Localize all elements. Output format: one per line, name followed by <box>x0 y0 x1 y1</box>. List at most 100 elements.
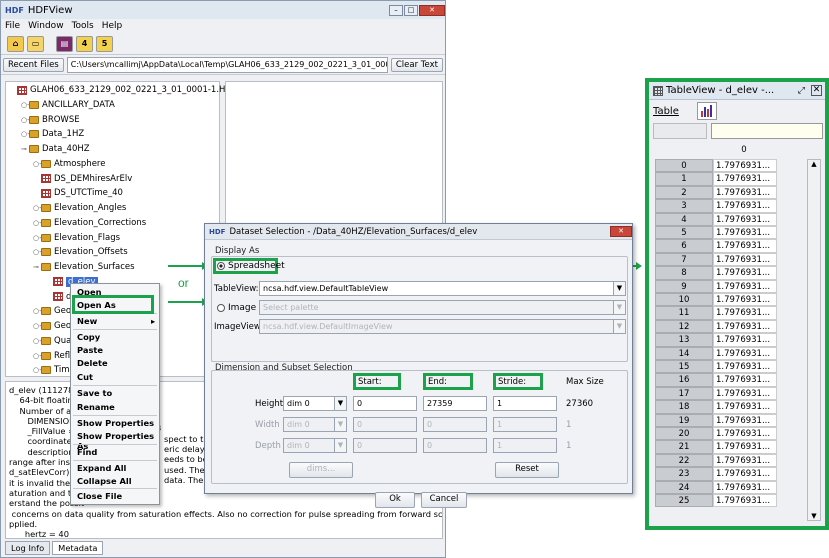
row-header[interactable]: 25 <box>655 494 713 508</box>
row-header[interactable]: 15 <box>655 360 713 374</box>
close-icon[interactable]: ✕ <box>811 85 822 96</box>
table-cell[interactable]: 1.7976931... <box>713 306 777 320</box>
expander-icon[interactable]: ○- <box>33 337 42 345</box>
expander-icon[interactable]: ○- <box>33 160 42 168</box>
table-row[interactable]: 17 1.7976931... <box>655 386 777 401</box>
tree-node[interactable]: ○- Data_1HZ <box>21 127 84 141</box>
dims-button[interactable]: dims... <box>289 462 353 478</box>
row-header[interactable]: 7 <box>655 252 713 267</box>
cell-value-field[interactable] <box>711 123 823 139</box>
menu-tools[interactable]: Tools <box>72 21 94 31</box>
table-cell[interactable]: 1.7976931... <box>713 239 777 253</box>
expander-icon[interactable]: ○- <box>33 366 42 374</box>
restore-icon[interactable]: ⤢ <box>798 86 805 96</box>
column-header-0[interactable]: 0 <box>713 145 775 155</box>
table-cell[interactable]: 1.7976931... <box>713 212 777 226</box>
expander-icon[interactable]: ○- <box>21 101 30 109</box>
row-header[interactable]: 22 <box>655 453 713 468</box>
tab-log-info[interactable]: Log Info <box>5 541 51 555</box>
row-header[interactable]: 13 <box>655 333 713 347</box>
row-header[interactable]: 19 <box>655 413 713 427</box>
end-field[interactable]: 27359 <box>423 396 487 411</box>
table-row[interactable]: 3 1.7976931... <box>655 199 777 213</box>
recent-files-button[interactable]: Recent Files <box>3 57 64 72</box>
context-item-show-properties-as[interactable]: Show Properties As <box>77 431 159 451</box>
table-cell[interactable]: 1.7976931... <box>713 252 777 267</box>
table-row[interactable]: 6 1.7976931... <box>655 239 777 253</box>
context-item-copy[interactable]: Copy <box>77 332 100 344</box>
context-item-show-properties[interactable]: Show Properties <box>77 418 154 430</box>
table-row[interactable]: 25 1.7976931... <box>655 494 777 508</box>
table-row[interactable]: 21 1.7976931... <box>655 440 777 454</box>
tree-node[interactable]: ○- Elevation_Corrections <box>33 216 146 230</box>
row-header[interactable]: 16 <box>655 373 713 387</box>
ok-button[interactable]: Ok <box>375 492 415 508</box>
row-header[interactable]: 6 <box>655 239 713 253</box>
stride-field[interactable]: 1 <box>493 438 557 453</box>
row-header[interactable]: 2 <box>655 185 713 200</box>
row-header[interactable]: 20 <box>655 427 713 441</box>
tableview-select[interactable]: ncsa.hdf.view.DefaultTableView ▼ <box>259 281 626 296</box>
row-header[interactable]: 23 <box>655 467 713 481</box>
file-path-field[interactable]: C:\Users\mcallimj\AppData\Local\Temp\GLA… <box>66 56 388 73</box>
tree-node[interactable]: ⊸ Elevation_Surfaces <box>33 260 135 274</box>
tree-node[interactable]: ○- Elevation_Flags <box>33 231 120 245</box>
dialog-close-icon[interactable]: ✕ <box>610 226 632 237</box>
tab-metadata[interactable]: Metadata <box>52 541 104 555</box>
users-guide-icon[interactable]: ▤ <box>56 35 73 52</box>
table-cell[interactable]: 1.7976931... <box>713 494 777 508</box>
table-row[interactable]: 19 1.7976931... <box>655 413 777 427</box>
expander-icon[interactable]: ○- <box>33 204 42 212</box>
row-header[interactable]: 5 <box>655 226 713 240</box>
scroll-up-icon[interactable]: ▲ <box>808 160 820 168</box>
table-row[interactable]: 10 1.7976931... <box>655 293 777 307</box>
table-row[interactable]: 13 1.7976931... <box>655 333 777 347</box>
vertical-scrollbar[interactable]: ▲ ▼ <box>807 159 821 521</box>
expander-icon[interactable]: ○- <box>33 248 42 256</box>
expander-icon[interactable]: ○- <box>33 307 42 315</box>
tree-node[interactable]: DS_UTCTime_40 <box>33 186 123 200</box>
start-field[interactable]: 0 <box>353 438 417 453</box>
tree-node[interactable]: ○- Time <box>33 363 75 377</box>
tree-node[interactable]: ○- BROWSE <box>21 113 80 127</box>
menu-table[interactable]: Table <box>653 106 679 117</box>
context-item-close-file[interactable]: Close File <box>77 491 122 503</box>
expander-icon[interactable]: ⊸ <box>33 263 41 271</box>
dim-select[interactable]: dim 0 ▼ <box>283 417 347 432</box>
menu-file[interactable]: File <box>5 21 20 31</box>
table-cell[interactable]: 1.7976931... <box>713 386 777 401</box>
start-field[interactable]: 0 <box>353 417 417 432</box>
context-item-cut[interactable]: Cut <box>77 372 93 384</box>
end-field[interactable]: 0 <box>423 417 487 432</box>
table-row[interactable]: 16 1.7976931... <box>655 373 777 387</box>
table-cell[interactable]: 1.7976931... <box>713 346 777 360</box>
row-header[interactable]: 12 <box>655 319 713 334</box>
table-cell[interactable]: 1.7976931... <box>713 413 777 427</box>
expander-icon[interactable]: ○- <box>33 352 42 360</box>
table-row[interactable]: 4 1.7976931... <box>655 212 777 226</box>
table-row[interactable]: 15 1.7976931... <box>655 360 777 374</box>
table-cell[interactable]: 1.7976931... <box>713 480 777 494</box>
expander-icon[interactable]: ⊸ <box>21 145 29 153</box>
table-row[interactable]: 18 1.7976931... <box>655 400 777 414</box>
table-row[interactable]: 12 1.7976931... <box>655 319 777 334</box>
end-field[interactable]: 0 <box>423 438 487 453</box>
spreadsheet-radio[interactable]: Spreadsheet <box>217 261 285 271</box>
context-item-collapse-all[interactable]: Collapse All <box>77 476 132 488</box>
scroll-down-icon[interactable]: ▼ <box>808 512 820 520</box>
table-cell[interactable]: 1.7976931... <box>713 333 777 347</box>
tree-node[interactable]: ○- Atmosphere <box>33 157 105 171</box>
context-item-paste[interactable]: Paste <box>77 345 103 357</box>
start-field[interactable]: 0 <box>353 396 417 411</box>
tree-node[interactable]: DS_DEMhiresArElv <box>33 172 132 186</box>
palette-select[interactable]: Select palette ▼ <box>259 300 626 315</box>
table-cell[interactable]: 1.7976931... <box>713 373 777 387</box>
table-row[interactable]: 23 1.7976931... <box>655 467 777 481</box>
clear-text-button[interactable]: Clear Text <box>390 57 443 72</box>
table-row[interactable]: 8 1.7976931... <box>655 266 777 280</box>
table-cell[interactable]: 1.7976931... <box>713 427 777 441</box>
table-row[interactable]: 20 1.7976931... <box>655 427 777 441</box>
open-folder-icon[interactable]: ⌂ <box>7 35 24 52</box>
tree-node[interactable]: ○- Elevation_Angles <box>33 201 126 215</box>
row-header[interactable]: 0 <box>655 159 713 173</box>
